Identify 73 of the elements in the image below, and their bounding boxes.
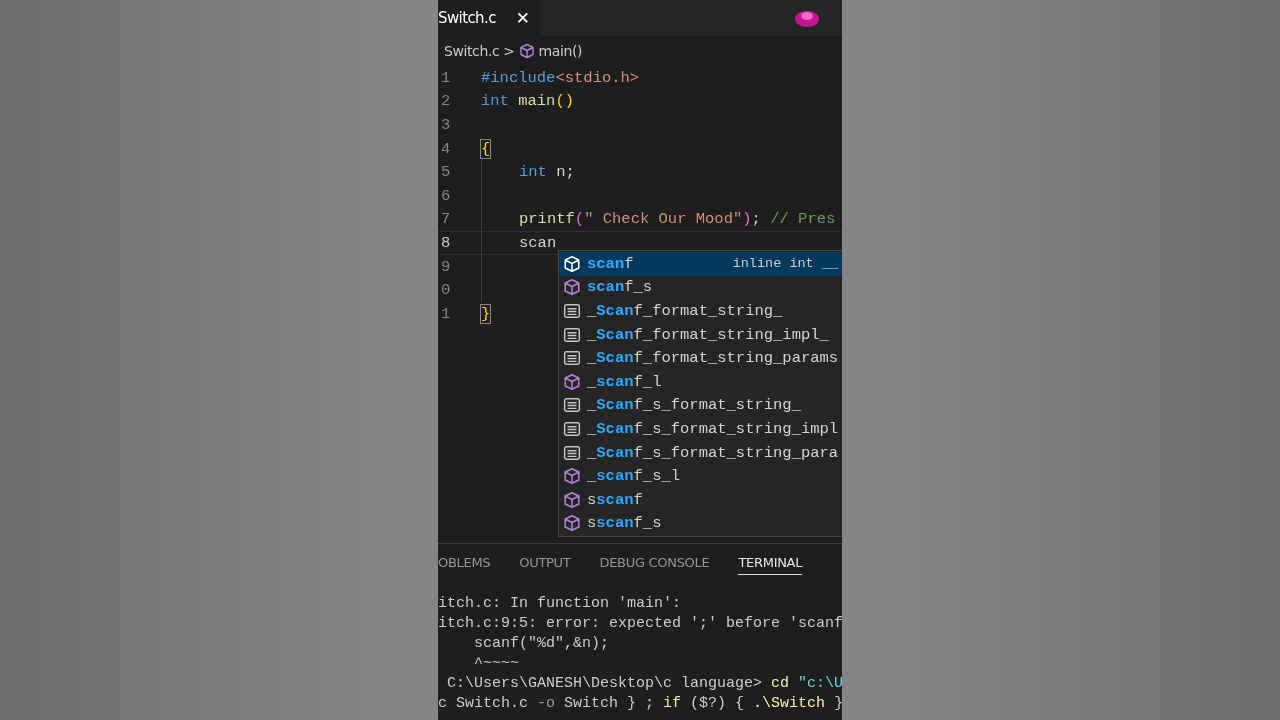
cube-icon (563, 467, 581, 486)
terminal-line: itch.c:9:5: error: expected ';' before 'scanf (438, 615, 842, 632)
cube-icon (563, 278, 581, 297)
line-number: 0 (440, 281, 452, 300)
line-number: 1 (440, 68, 452, 87)
suggestion-label: scanf_s (587, 278, 653, 297)
code-line: printf(" Check Our Mood"); // Pres (519, 210, 836, 229)
panel-tab[interactable]: TERMINAL (738, 549, 803, 575)
breadcrumb-separator: > (503, 43, 515, 59)
text-lines-icon (563, 325, 581, 344)
code-line: scan (519, 233, 557, 252)
suggestion-item[interactable]: sscanf (559, 487, 842, 512)
line-number: 6 (440, 186, 452, 205)
terminal-line: ^~~~~ (473, 655, 519, 672)
suggestion-label: _Scanf_format_string_ (587, 302, 783, 320)
suggestion-item[interactable]: _scanf_s_l (559, 464, 842, 488)
panel-tab[interactable]: OUTPUT (519, 549, 571, 575)
suggestion-label: _scanf_s_l (587, 467, 681, 486)
terminal-line: scanf("%d",&n); (473, 635, 610, 652)
text-lines-icon (563, 302, 581, 320)
suggestion-item[interactable]: _Scanf_format_string_impl_ (559, 322, 842, 347)
line-number: 4 (440, 139, 452, 158)
suggestion-detail: inline int __ (732, 256, 839, 272)
suggestion-label: _Scanf_s_format_string_ (587, 396, 801, 415)
line-number: 9 (440, 257, 452, 276)
line-number: 1 (440, 304, 452, 323)
suggestion-label: _Scanf_s_format_string_impl (587, 419, 839, 438)
breadcrumb-file[interactable]: Switch.c (444, 43, 500, 59)
suggestion-label: sscanf_s (587, 514, 662, 533)
text-lines-icon (563, 443, 581, 462)
cube-icon (563, 514, 581, 533)
text-lines-icon (563, 419, 581, 438)
suggestion-label: _Scanf_format_string_params (587, 349, 839, 368)
code-line: int main() (481, 92, 575, 111)
cube-icon (563, 254, 581, 273)
text-lines-icon (563, 396, 581, 415)
close-button[interactable]: ✕ (515, 8, 531, 28)
suggestion-label: _Scanf_s_format_string_para (587, 443, 839, 462)
code-line: int n; (519, 163, 575, 182)
suggestion-label: sscanf (587, 490, 643, 509)
code-line: { (481, 139, 491, 158)
suggestion-item[interactable]: _Scanf_format_string_ (559, 299, 842, 323)
suggestion-item[interactable]: _scanf_l (559, 369, 842, 394)
line-number: 2 (440, 92, 452, 111)
breadcrumb-symbol[interactable]: main() (538, 43, 583, 59)
cube-icon (518, 43, 535, 59)
code-line: #include<stdio.h> (481, 68, 640, 87)
suggestion-item[interactable]: _Scanf_format_string_params (559, 346, 842, 370)
text-lines-icon (563, 349, 581, 368)
code-line: } (481, 304, 491, 323)
line-number: 8 (440, 233, 452, 252)
suggestion-label: _scanf_l (587, 372, 662, 391)
editor-tab[interactable]: Switch.c ✕ (438, 0, 541, 36)
suggestion-item[interactable]: sscanf_s (559, 511, 842, 536)
terminal-line: C:\Users\GANESH\Desktop\c language> cd "c:\U (446, 675, 842, 692)
cube-icon (563, 372, 581, 391)
tab-label: Switch.c (438, 9, 496, 27)
suggestion-item[interactable]: scanf_s (559, 275, 842, 300)
terminal-line: c Switch.c -o Switch } ; if ($?) { .\Switch } (438, 695, 842, 712)
line-number: 7 (440, 210, 452, 229)
line-number: 5 (440, 163, 452, 182)
line-number: 3 (440, 116, 452, 134)
suggestion-item[interactable]: _Scanf_s_format_string_para (559, 440, 842, 465)
terminal-line: itch.c: In function 'main': (438, 595, 682, 612)
suggestion-item[interactable]: _Scanf_s_format_string_impl (559, 417, 842, 441)
suggestion-item[interactable]: scanf inline int __ (559, 252, 842, 276)
suggestion-label: _Scanf_format_string_impl_ (587, 325, 829, 344)
panel-tab[interactable]: OBLEMS (438, 549, 491, 575)
logo-icon (794, 8, 820, 28)
suggestion-item[interactable]: _Scanf_s_format_string_ (559, 393, 842, 418)
panel-tab[interactable]: DEBUG CONSOLE (599, 549, 710, 575)
suggestion-label: scanf (587, 254, 634, 273)
cube-icon (563, 490, 581, 509)
